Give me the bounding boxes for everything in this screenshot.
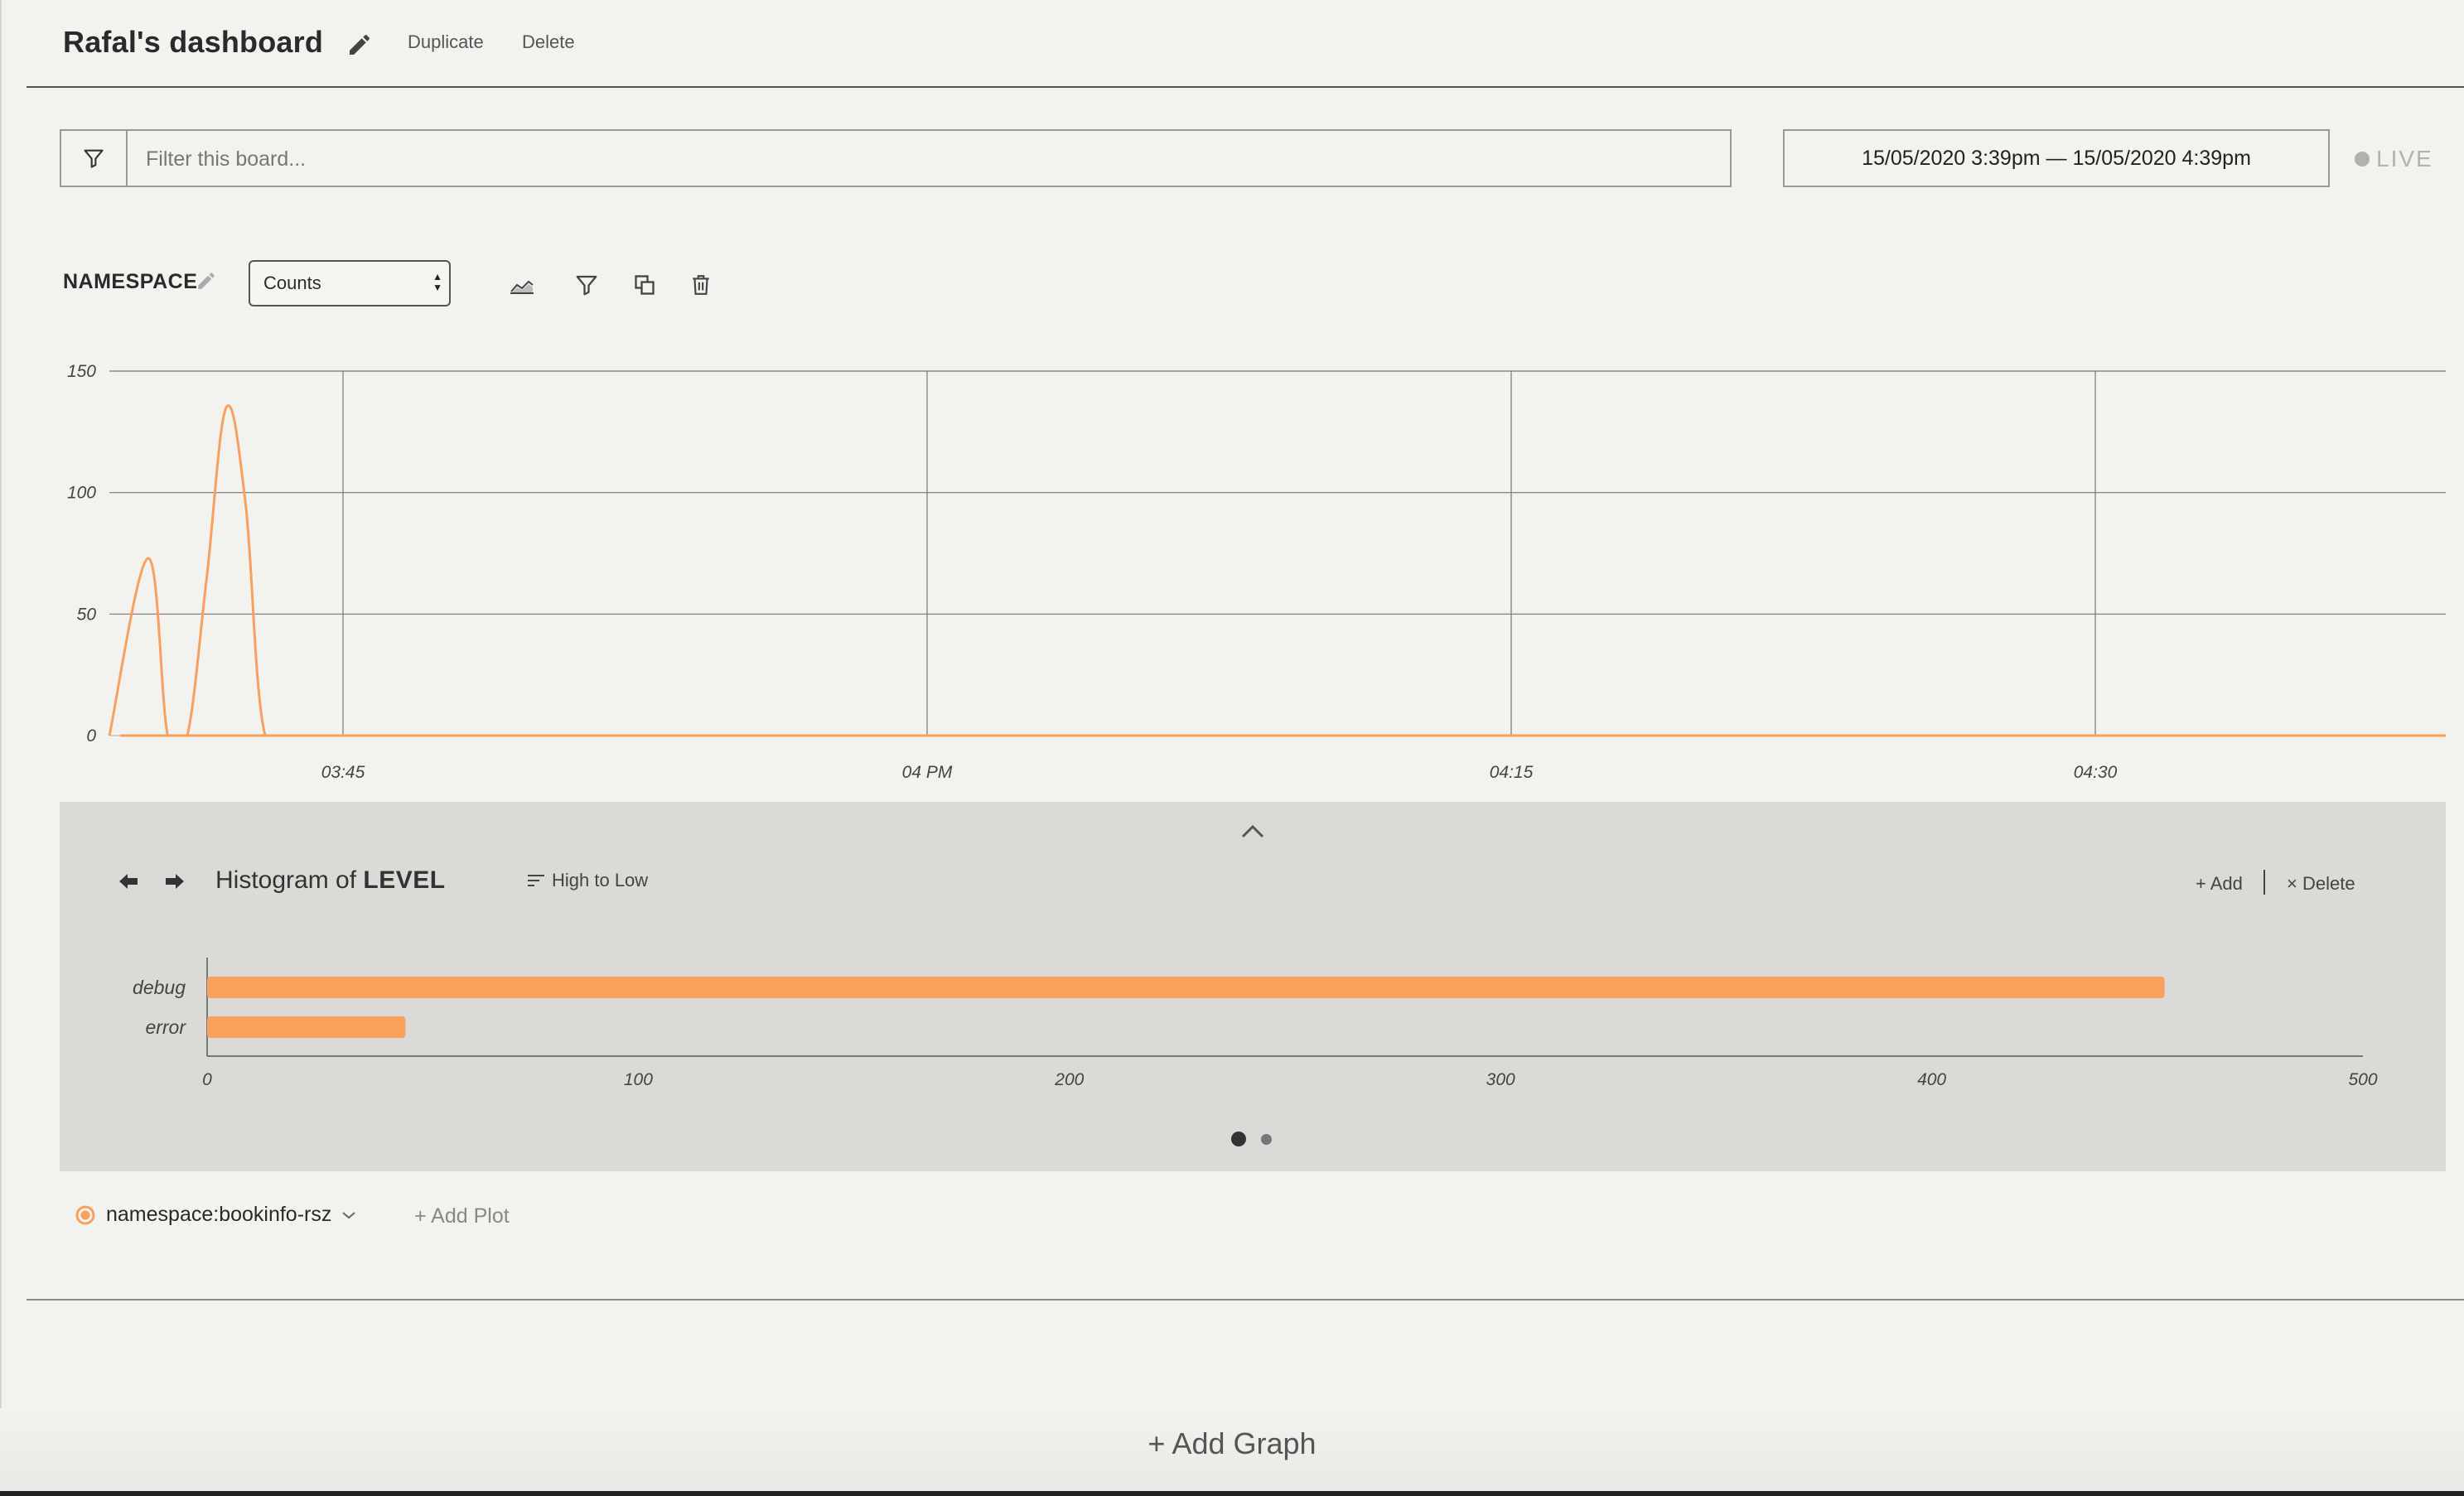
histogram-bar xyxy=(207,977,2165,998)
filter-icon[interactable] xyxy=(61,131,128,186)
filter-input[interactable] xyxy=(144,131,1705,187)
select-arrows-icon: ▲ ▼ xyxy=(432,271,442,293)
histogram-bar xyxy=(207,1016,406,1038)
delete-button[interactable]: Delete xyxy=(522,31,575,53)
time-range-picker[interactable]: 15/05/2020 3:39pm — 15/05/2020 4:39pm xyxy=(1783,129,2330,187)
live-dot-icon xyxy=(2355,152,2370,166)
next-arrow-icon[interactable] xyxy=(161,870,187,893)
plot-legend-label: namespace:bookinfo-rsz xyxy=(106,1203,332,1226)
add-graph-button[interactable]: + Add Graph xyxy=(0,1426,2464,1461)
histogram-title: Histogram of LEVEL xyxy=(215,866,446,895)
histogram-add-button[interactable]: + Add xyxy=(2196,873,2243,895)
pager-dot-active[interactable] xyxy=(1231,1132,1246,1146)
histogram-title-field: LEVEL xyxy=(363,866,446,894)
histogram-chart: debug error 0 100 200 300 400 500 xyxy=(133,958,2378,1089)
chart-type-icon[interactable] xyxy=(505,270,539,300)
action-separator xyxy=(2263,870,2265,895)
histogram-delete-button[interactable]: × Delete xyxy=(2287,873,2355,895)
edit-graph-title-icon[interactable] xyxy=(196,270,217,292)
sort-label: High to Low xyxy=(552,870,649,890)
histogram-title-prefix: Histogram of xyxy=(215,866,357,894)
sort-icon xyxy=(528,875,544,886)
plot-legend-item[interactable]: namespace:bookinfo-rsz xyxy=(75,1203,356,1227)
bar-x-tick-label: 0 xyxy=(202,1070,212,1089)
duplicate-button[interactable]: Duplicate xyxy=(408,31,484,53)
filter-bar xyxy=(60,129,1732,187)
aggregation-select[interactable]: Counts ▲ ▼ xyxy=(249,260,451,306)
graph-filter-icon[interactable] xyxy=(570,270,603,300)
y-tick-label: 100 xyxy=(67,484,96,503)
x-tick-label: 03:45 xyxy=(321,763,365,782)
live-label: LIVE xyxy=(2376,146,2433,171)
series-color-icon xyxy=(75,1205,95,1224)
copy-graph-icon[interactable] xyxy=(628,270,661,300)
bar-category-label: error xyxy=(145,1016,186,1038)
graph-title: NAMESPACE xyxy=(63,270,198,293)
bar-category-label: debug xyxy=(133,977,186,998)
bar-x-tick-label: 100 xyxy=(624,1070,653,1089)
chevron-down-icon xyxy=(342,1211,356,1219)
collapse-chevron-icon[interactable] xyxy=(1238,820,1268,843)
graph-bottom-divider xyxy=(27,1299,2464,1301)
y-tick-label: 0 xyxy=(86,726,96,746)
edit-title-icon[interactable] xyxy=(346,31,373,58)
x-tick-label: 04:30 xyxy=(2074,763,2118,782)
window-bottom-edge xyxy=(0,1491,2464,1496)
live-toggle[interactable]: LIVE xyxy=(2355,146,2433,172)
add-plot-button[interactable]: + Add Plot xyxy=(414,1204,510,1228)
bar-x-tick-label: 400 xyxy=(1917,1070,1946,1089)
prev-arrow-icon[interactable] xyxy=(116,870,143,893)
header-divider xyxy=(27,86,2464,88)
bar-x-tick-label: 500 xyxy=(2348,1070,2377,1089)
pager-dot[interactable] xyxy=(1261,1134,1272,1145)
y-tick-label: 150 xyxy=(67,362,96,381)
bar-x-tick-label: 300 xyxy=(1486,1070,1515,1089)
sort-toggle[interactable]: High to Low xyxy=(527,870,648,891)
bar-x-tick-label: 200 xyxy=(1054,1070,1084,1089)
aggregation-select-value: Counts xyxy=(263,273,321,293)
trash-icon[interactable] xyxy=(684,270,717,300)
line-chart: 0 50 100 150 03:45 04 PM 04:15 04:30 xyxy=(67,362,2446,782)
y-tick-label: 50 xyxy=(77,605,97,624)
page-title: Rafal's dashboard xyxy=(63,25,324,59)
x-tick-label: 04 PM xyxy=(902,763,953,782)
x-tick-label: 04:15 xyxy=(1490,763,1534,782)
